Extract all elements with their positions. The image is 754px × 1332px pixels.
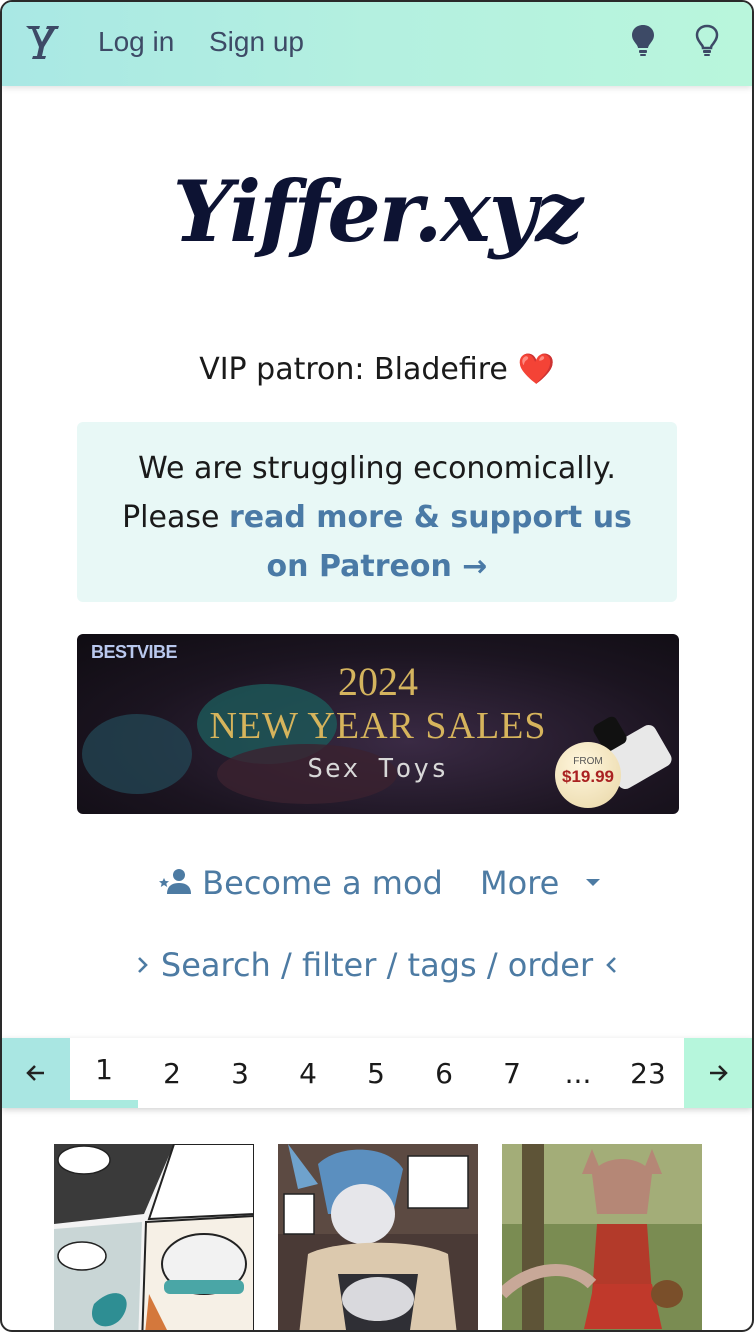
comic-thumbnail[interactable] [54,1144,254,1330]
page-ellipsis: ... [564,1056,592,1090]
comic-cover-image [502,1144,702,1330]
arrow-right-icon [710,1065,728,1081]
page-button-3[interactable]: 3 [206,1038,274,1108]
ad-banner[interactable]: BESTVIBE 2024 NEW YEAR SALES Sex Toys FR… [77,634,679,814]
login-link[interactable]: Log in [98,26,174,58]
page-button-4[interactable]: 4 [274,1038,342,1108]
chevron-left-icon [606,957,617,973]
notice-line-1: We are struggling economically. [138,451,616,486]
site-title: Yiffer.xyz [172,162,584,261]
heart-icon: ❤️ [517,352,555,387]
next-page-button[interactable] [684,1038,752,1108]
prev-page-button[interactable] [2,1038,70,1108]
search-filter-toggle[interactable]: Search / filter / tags / order [2,946,752,984]
ad-price-from: FROM [573,756,603,767]
patreon-link-text: read more & support us on Patreon [228,500,632,584]
arrow-right-icon: → [462,549,488,584]
patreon-link[interactable]: read more & support us on Patreon → [229,500,632,584]
vip-patron-text: VIP patron: Bladefire ❤️ [2,352,752,387]
arrow-left-icon [26,1065,44,1081]
ad-year: 2024 [338,659,418,704]
page-button-23[interactable]: 23 [614,1038,682,1108]
page-button-7[interactable]: 7 [478,1038,546,1108]
signup-link[interactable]: Sign up [209,26,304,58]
page-button-6[interactable]: 6 [410,1038,478,1108]
page-button-2[interactable]: 2 [138,1038,206,1108]
comic-thumbnail[interactable] [502,1144,702,1330]
yiffer-logo-icon[interactable] [22,20,62,64]
chevron-right-icon [137,957,148,973]
ad-price-amount: $19.99 [562,767,614,786]
become-mod-label: Become a mod [202,864,443,902]
become-mod-link[interactable]: Become a mod [158,864,443,902]
page-button-5[interactable]: 5 [342,1038,410,1108]
user-star-icon [159,869,191,894]
ad-price-badge: FROM $19.99 [555,742,621,808]
support-notice: We are struggling economically. Please r… [77,422,677,602]
more-dropdown[interactable]: More [480,864,606,902]
notice-prefix: Please [122,500,229,535]
lightbulb-outline-icon[interactable] [692,22,722,58]
comic-cover-image [54,1144,254,1330]
caret-down-icon [585,879,600,886]
pagination: 1 2 3 4 5 6 7 ... 23 [2,1038,752,1108]
more-label: More [480,864,560,902]
top-nav: Log in Sign up [2,2,752,86]
lightbulb-filled-icon[interactable] [628,22,658,58]
search-filter-label: Search / filter / tags / order [160,946,594,984]
page-button-1[interactable]: 1 [70,1038,138,1108]
app-frame: Log in Sign up Yiffer.xyz VIP patron: Bl… [0,0,754,1332]
comic-cover-image [278,1144,478,1330]
vip-patron-label: VIP patron: Bladefire [199,352,508,387]
comic-thumbnail[interactable] [278,1144,478,1330]
